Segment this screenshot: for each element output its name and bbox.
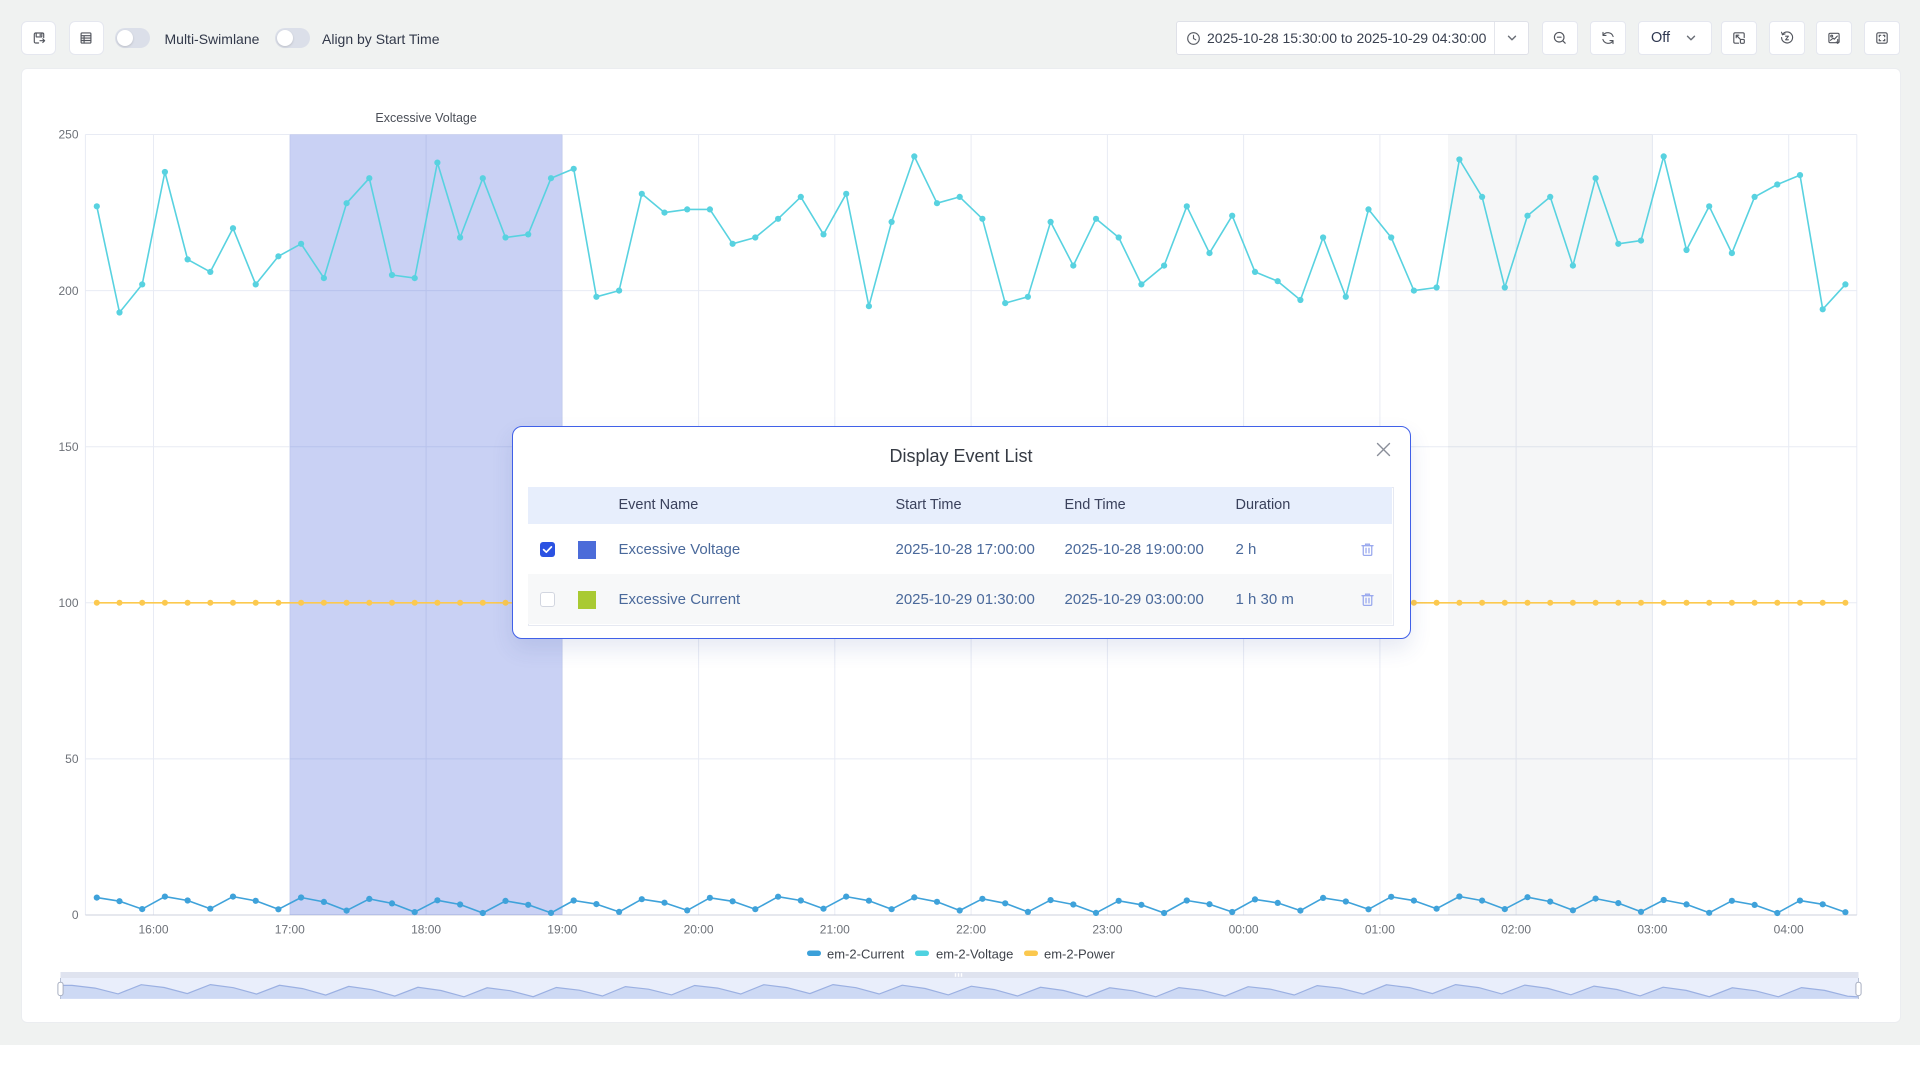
svg-text:01:00: 01:00 xyxy=(1365,923,1395,937)
svg-text:em-2-Current: em-2-Current xyxy=(827,947,905,962)
svg-text:00:00: 00:00 xyxy=(1229,923,1259,937)
svg-text:17:00: 17:00 xyxy=(275,923,305,937)
svg-text:21:00: 21:00 xyxy=(820,923,850,937)
svg-text:200: 200 xyxy=(58,284,78,298)
svg-text:02:00: 02:00 xyxy=(1501,923,1531,937)
svg-text:19:00: 19:00 xyxy=(547,923,577,937)
svg-text:16:00: 16:00 xyxy=(138,923,168,937)
svg-text:100: 100 xyxy=(58,596,78,610)
svg-text:22:00: 22:00 xyxy=(956,923,986,937)
svg-text:23:00: 23:00 xyxy=(1092,923,1122,937)
svg-text:04:00: 04:00 xyxy=(1774,923,1804,937)
svg-text:Excessive Voltage: Excessive Voltage xyxy=(375,111,476,125)
svg-text:150: 150 xyxy=(58,440,78,454)
svg-text:250: 250 xyxy=(58,128,78,142)
svg-text:0: 0 xyxy=(72,908,79,922)
svg-text:03:00: 03:00 xyxy=(1637,923,1667,937)
svg-text:50: 50 xyxy=(65,752,79,766)
svg-text:20:00: 20:00 xyxy=(684,923,714,937)
svg-text:em-2-Voltage: em-2-Voltage xyxy=(936,947,1013,962)
svg-text:em-2-Power: em-2-Power xyxy=(1044,947,1115,962)
svg-text:18:00: 18:00 xyxy=(411,923,441,937)
